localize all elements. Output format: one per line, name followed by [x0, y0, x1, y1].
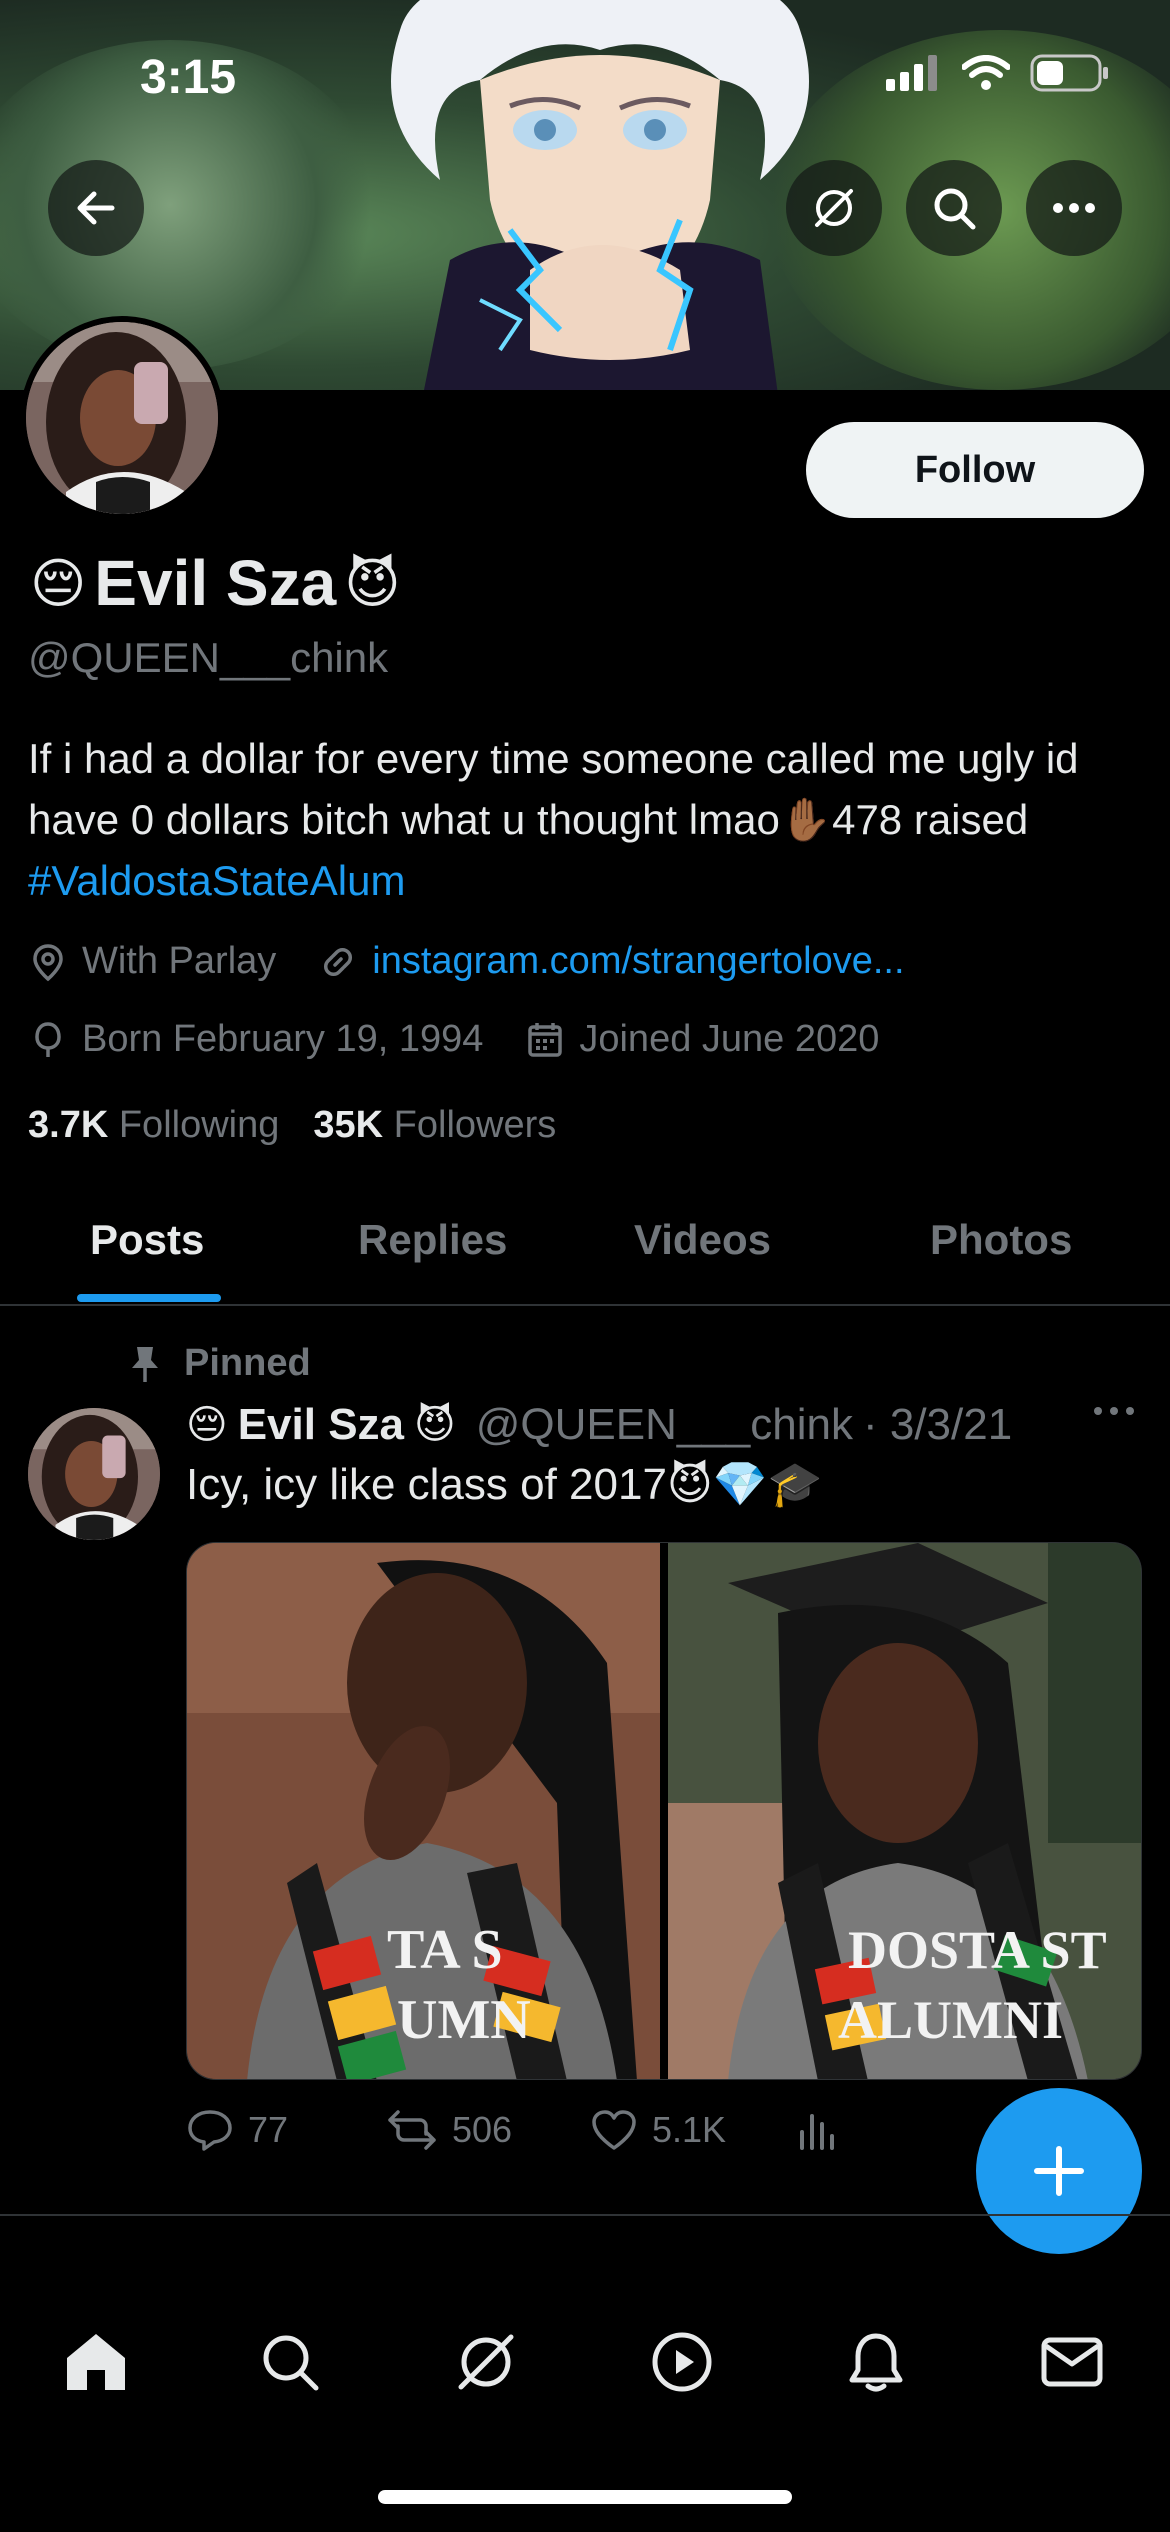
- birthday-icon: [35, 1021, 61, 1057]
- post-header: 😔 Evil Sza 😈 @QUEEN___chink · 3/3/21: [186, 1400, 1012, 1450]
- plus-icon: [1034, 2146, 1084, 2196]
- follow-button[interactable]: Follow: [806, 422, 1144, 518]
- more-button[interactable]: [1026, 160, 1122, 256]
- post-text: Icy, icy like class of 2017😈💎🎓: [186, 1460, 823, 1509]
- pinned-label: Pinned: [184, 1342, 311, 1384]
- nav-grok[interactable]: [446, 2322, 526, 2402]
- search-icon: [934, 188, 976, 230]
- profile-counts: 3.7K Following 35K Followers: [28, 1104, 556, 1147]
- avatar-image: [26, 322, 218, 514]
- tab-replies[interactable]: Replies: [358, 1216, 507, 1264]
- graduate-photo-left: TA S UMN: [187, 1543, 660, 2079]
- grok-nav-icon: [458, 2334, 514, 2390]
- battery-icon: [1030, 54, 1108, 92]
- calendar-icon: [528, 1022, 563, 1057]
- post-author-avatar[interactable]: [28, 1408, 160, 1540]
- more-icon: [1053, 203, 1095, 213]
- emoji-pensive: 😔: [186, 1403, 228, 1447]
- active-tab-indicator: [77, 1294, 221, 1302]
- like-icon: [592, 2110, 636, 2150]
- nav-messages[interactable]: [1032, 2322, 1112, 2402]
- home-icon: [67, 2334, 125, 2390]
- bio-text: If i had a dollar for every time someone…: [28, 735, 1079, 843]
- pinned-label-row: Pinned: [128, 1342, 311, 1385]
- following-label: Following: [118, 1104, 280, 1146]
- profile-name-row: 😔 Evil Sza 😈: [30, 546, 401, 620]
- emoji-devil: 😈: [414, 1403, 456, 1447]
- post-actions: 77 506 5.1K: [186, 2108, 886, 2168]
- followers-count-link[interactable]: 35K Followers: [313, 1104, 556, 1147]
- status-time: 3:15: [140, 51, 237, 104]
- profile-meta-row-2: Born February 19, 1994 Joined June 2020: [28, 1018, 879, 1061]
- cellular-signal-icon: [886, 55, 937, 91]
- location-icon: [33, 943, 63, 981]
- pin-icon: [132, 1346, 158, 1382]
- repost-icon: [388, 2110, 436, 2150]
- tab-videos[interactable]: Videos: [634, 1216, 771, 1264]
- emoji-pensive: 😔: [30, 553, 87, 614]
- reply-button[interactable]: 77: [186, 2108, 288, 2152]
- like-count: 5.1K: [652, 2109, 727, 2150]
- profile-avatar[interactable]: [20, 316, 224, 520]
- video-icon: [652, 2332, 712, 2392]
- following-count: 3.7K: [28, 1104, 109, 1146]
- bio-hashtag-link[interactable]: #ValdostaStateAlum: [28, 857, 405, 904]
- profile-website-link[interactable]: instagram.com/strangertolove...: [372, 940, 904, 983]
- nav-video[interactable]: [642, 2322, 722, 2402]
- followers-label: Followers: [393, 1104, 557, 1146]
- back-arrow-icon: [77, 191, 115, 225]
- wifi-icon: [962, 55, 1010, 90]
- tab-posts[interactable]: Posts: [90, 1216, 204, 1264]
- home-indicator[interactable]: [378, 2490, 792, 2504]
- back-button[interactable]: [48, 160, 144, 256]
- profile-tabs: Posts Replies Videos Photos: [0, 1196, 1170, 1306]
- explore-icon: [263, 2335, 319, 2391]
- nav-explore[interactable]: [250, 2322, 330, 2402]
- photo-text-overlay: DOSTA ST: [848, 1920, 1107, 1980]
- following-count-link[interactable]: 3.7K Following: [28, 1104, 279, 1147]
- tab-photos[interactable]: Photos: [930, 1216, 1072, 1264]
- photo-text-overlay: TA S: [387, 1919, 503, 1981]
- post-more-button[interactable]: [1092, 1404, 1136, 1422]
- search-button[interactable]: [906, 160, 1002, 256]
- views-button[interactable]: [794, 2108, 838, 2152]
- views-icon: [800, 2114, 834, 2150]
- post-date: · 3/3/21: [862, 1400, 1013, 1449]
- like-button[interactable]: 5.1K: [590, 2108, 726, 2152]
- link-icon: [324, 947, 353, 976]
- more-icon: [1094, 1407, 1134, 1415]
- graduate-photo-right: DOSTA ST ALUMNI: [668, 1543, 1141, 2079]
- followers-count: 35K: [313, 1104, 384, 1146]
- nav-home[interactable]: [56, 2322, 136, 2402]
- nav-notifications[interactable]: [836, 2322, 916, 2402]
- avatar-image: [28, 1408, 160, 1540]
- profile-meta-row-1: With Parlay instagram.com/strangertolove…: [28, 940, 905, 983]
- post-media-grid: TA S UMN DOSTA ST ALUMNI: [186, 1542, 1142, 2080]
- grok-button[interactable]: [786, 160, 882, 256]
- compose-post-button[interactable]: [976, 2088, 1142, 2254]
- profile-display-name: Evil Sza: [94, 547, 337, 619]
- reply-icon: [188, 2110, 232, 2151]
- status-bar: 3:15: [0, 0, 1170, 150]
- bell-icon: [849, 2333, 903, 2392]
- profile-bio: If i had a dollar for every time someone…: [28, 728, 1138, 911]
- post-photo-1[interactable]: TA S UMN: [187, 1543, 660, 2079]
- mail-icon: [1041, 2337, 1103, 2387]
- grok-icon: [815, 189, 853, 227]
- photo-text-overlay: UMN: [397, 1989, 531, 2051]
- profile-birthday: Born February 19, 1994: [82, 1018, 484, 1060]
- post-author-name[interactable]: Evil Sza: [238, 1400, 404, 1450]
- repost-button[interactable]: 506: [386, 2108, 512, 2152]
- photo-text-overlay: ALUMNI: [838, 1990, 1063, 2050]
- profile-handle: @QUEEN___chink: [28, 634, 389, 681]
- post-author-handle: @QUEEN___chink: [475, 1400, 853, 1449]
- profile-location: With Parlay: [82, 940, 277, 982]
- profile-joined: Joined June 2020: [579, 1018, 880, 1060]
- reply-count: 77: [248, 2109, 289, 2150]
- post-divider: [0, 2214, 1170, 2216]
- post-photo-2[interactable]: DOSTA ST ALUMNI: [668, 1543, 1141, 2079]
- emoji-devil: 😈: [344, 553, 401, 614]
- repost-count: 506: [452, 2109, 513, 2150]
